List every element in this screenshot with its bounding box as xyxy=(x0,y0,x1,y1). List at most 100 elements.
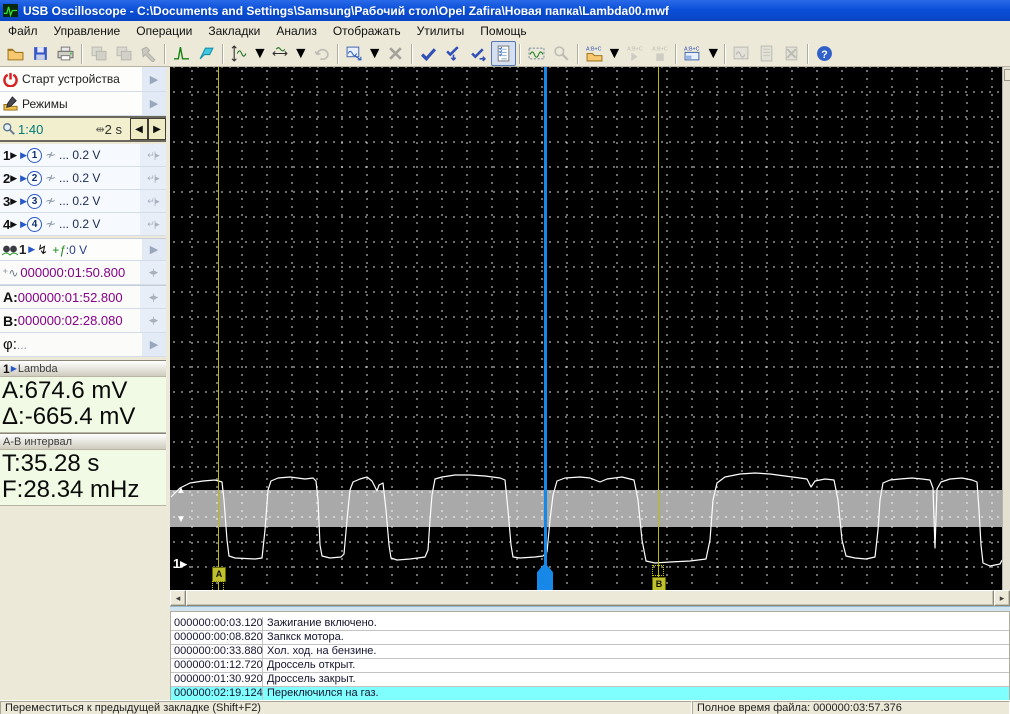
selection-wave-icon[interactable] xyxy=(524,41,549,66)
view-mode-icon[interactable] xyxy=(342,41,367,66)
save-file-icon[interactable] xyxy=(28,41,53,66)
script-panel-icon[interactable]: A:B+C xyxy=(680,41,705,66)
bookmark-list-icon[interactable] xyxy=(490,41,516,66)
horizontal-scrollbar[interactable]: ◂ ▸ xyxy=(170,590,1010,606)
marker-icon[interactable] xyxy=(194,41,219,66)
channel-step-arrows[interactable]: ↵|▸ xyxy=(140,213,166,235)
script-panel-dropdown-arrow[interactable]: ▼ xyxy=(705,45,721,63)
help-icon[interactable]: ? xyxy=(812,41,837,66)
band-upper-arrow-icon[interactable]: ▲ xyxy=(176,486,186,496)
cursor-a-row[interactable]: A: 000000:01:52.800 ◂|▸ xyxy=(0,285,166,309)
interval-f-value: F:28.34 mHz xyxy=(2,476,140,503)
menu-item-5[interactable]: Анализ xyxy=(268,22,325,40)
status-bar: Переместиться к предыдущей закладке (Shi… xyxy=(0,700,1010,714)
magnifier-icon xyxy=(0,122,16,136)
scale-left-button[interactable]: ◀ xyxy=(130,118,148,140)
log-time: 000000:00:33.880 xyxy=(171,645,263,658)
position-cursor-line[interactable] xyxy=(544,67,547,590)
interval-t-value: T:35.28 s xyxy=(2,450,100,477)
channel-scale-value[interactable]: ... 0.2 V xyxy=(59,148,100,162)
cursor-b-flag[interactable]: B xyxy=(652,577,666,590)
window-title: USB Oscilloscope - C:\Documents and Sett… xyxy=(23,3,669,18)
log-row-6[interactable]: 000000:02:19.124 Переключился на газ. xyxy=(171,687,1009,701)
start-device-row[interactable]: Старт устройства ▶ xyxy=(0,67,166,92)
svg-text:A:B+C: A:B+C xyxy=(627,46,643,52)
open-file-icon[interactable] xyxy=(3,41,28,66)
log-row-1[interactable]: 000000:00:03.120 Зажигание включено. xyxy=(171,617,1009,631)
report-wave-icon xyxy=(729,41,754,66)
phase-row[interactable]: φ: ... ▶ xyxy=(0,333,166,357)
channel-1-row[interactable]: 1 ▶ ▶ 1 ≁... 0.2 V ↵|▸ xyxy=(0,144,166,167)
channel-4-row[interactable]: 4 ▶ ▶ 4 ≁... 0.2 V ↵|▸ xyxy=(0,213,166,236)
cursor-a-flag[interactable]: A xyxy=(212,567,226,582)
cursor-b-time-value[interactable]: 000000:02:28.080 xyxy=(18,313,123,328)
menu-item-3[interactable]: Операции xyxy=(128,22,200,40)
zoom-ratio-value[interactable]: 1:40 xyxy=(18,122,43,137)
channel-scale-value[interactable]: ... 0.2 V xyxy=(59,217,100,231)
channel-number: 4 xyxy=(3,216,11,232)
horizontal-scale-icon[interactable] xyxy=(268,41,293,66)
trigger-expand-arrow[interactable]: ▶ xyxy=(142,239,166,260)
menu-item-4[interactable]: Закладки xyxy=(200,22,268,40)
cursor-b-line[interactable] xyxy=(658,67,659,590)
trigger-row[interactable]: 1 ▶ ↯ +ƒ :0 V ▶ xyxy=(0,238,166,261)
cursor-a-time-value[interactable]: 000000:01:52.800 xyxy=(18,290,123,305)
toolbar-separator xyxy=(675,43,678,64)
channel-2-row[interactable]: 2 ▶ ▶ 2 ≁... 0.2 V ↵|▸ xyxy=(0,167,166,190)
vertical-scale-dropdown-arrow[interactable]: ▼ xyxy=(252,45,268,63)
horizontal-scale-dropdown-arrow[interactable]: ▼ xyxy=(293,45,309,63)
vertical-scrollbar[interactable] xyxy=(1002,67,1010,590)
log-row-2[interactable]: 000000:00:08.820 Запкск мотора. xyxy=(171,631,1009,645)
script-open-dropdown-arrow[interactable]: ▼ xyxy=(607,45,623,63)
check-all-icon[interactable] xyxy=(466,41,491,66)
channel-scale-value[interactable]: ... 0.2 V xyxy=(59,194,100,208)
channel-3-row[interactable]: 3 ▶ ▶ 3 ≁... 0.2 V ↵|▸ xyxy=(0,190,166,213)
check-next-icon[interactable] xyxy=(441,41,466,66)
cursor-b-step-arrows[interactable]: ◂|▸ xyxy=(140,309,166,332)
menu-item-6[interactable]: Отображать xyxy=(325,22,409,40)
log-row-4[interactable]: 000000:01:12.720 Дроссель открыт. xyxy=(171,659,1009,673)
log-row-3[interactable]: 000000:00:33.880 Хол. ход. на бензине. xyxy=(171,645,1009,659)
band-lower-arrow-icon[interactable]: ▼ xyxy=(176,515,186,525)
log-row-5[interactable]: 000000:01:30.920 Дроссель закрыт. xyxy=(171,673,1009,687)
cursor-a-line[interactable] xyxy=(218,67,219,590)
menu-item-1[interactable]: Файл xyxy=(0,22,46,40)
channel-arrow-icon: ▶ xyxy=(10,195,18,206)
vertical-scale-icon[interactable] xyxy=(227,41,252,66)
menu-item-2[interactable]: Управление xyxy=(46,22,129,40)
position-row[interactable]: ⁺∿ 000000:01:50.800 ◂|▸ xyxy=(0,261,166,285)
position-time-value[interactable]: 000000:01:50.800 xyxy=(20,265,125,280)
check-icon[interactable] xyxy=(416,41,441,66)
channel-number: 2 xyxy=(3,170,11,186)
channel-step-arrows[interactable]: ↵|▸ xyxy=(140,144,166,166)
scrollbar-thumb[interactable] xyxy=(186,590,994,606)
impulse-view-icon[interactable] xyxy=(169,41,194,66)
modes-expand-arrow[interactable]: ▶ xyxy=(142,92,166,115)
title-bar[interactable]: USB Oscilloscope - C:\Documents and Sett… xyxy=(0,0,1010,21)
scroll-right-button[interactable]: ▸ xyxy=(994,590,1010,606)
channel-step-arrows[interactable]: ↵|▸ xyxy=(140,167,166,189)
channel-circle-number: 4 xyxy=(27,216,43,232)
scroll-left-button[interactable]: ◂ xyxy=(170,590,186,606)
position-step-arrows[interactable]: ◂|▸ xyxy=(140,261,166,284)
scale-right-button[interactable]: ▶ xyxy=(148,118,166,140)
svg-text:A:B+C: A:B+C xyxy=(684,46,700,52)
time-per-div-value[interactable]: 2 s xyxy=(105,122,122,137)
menu-item-7[interactable]: Утилиты xyxy=(409,22,473,40)
channel-step-arrows[interactable]: ↵|▸ xyxy=(140,190,166,212)
view-mode-dropdown-arrow[interactable]: ▼ xyxy=(367,45,383,63)
cursor-b-row[interactable]: B: 000000:02:28.080 ◂|▸ xyxy=(0,309,166,333)
phase-expand-arrow[interactable]: ▶ xyxy=(142,333,166,356)
trigger-channel-arrow-icon: ▶ xyxy=(28,244,36,254)
oscilloscope-display[interactable]: A B 1▸ ▲ ▼ xyxy=(170,67,1002,590)
vertical-scrollbar-knob[interactable] xyxy=(1004,69,1010,81)
start-device-expand-arrow[interactable]: ▶ xyxy=(142,67,166,91)
channel-scale-value[interactable]: ... 0.2 V xyxy=(59,171,100,185)
modes-row[interactable]: Режимы ▶ xyxy=(0,92,166,116)
print-icon[interactable] xyxy=(53,41,78,66)
tools-icon xyxy=(136,41,161,66)
cursor-a-step-arrows[interactable]: ◂|▸ xyxy=(140,286,166,308)
channel-number: 3 xyxy=(3,193,11,209)
script-open-icon[interactable]: A:B+C xyxy=(582,41,607,66)
menu-item-8[interactable]: Помощь xyxy=(472,22,534,40)
